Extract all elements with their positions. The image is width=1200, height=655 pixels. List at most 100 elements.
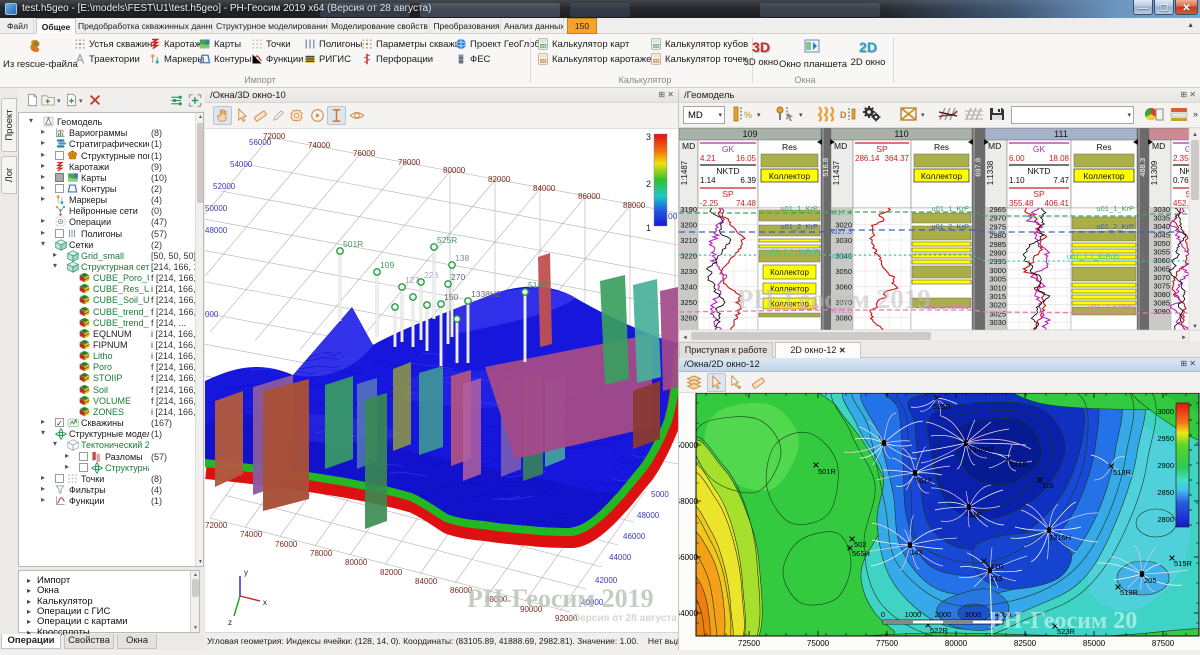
- svg-text:205: 205: [1144, 576, 1157, 585]
- svg-text:80000: 80000: [443, 166, 466, 175]
- svg-text:110: 110: [894, 129, 908, 139]
- svg-text:3015: 3015: [989, 292, 1006, 301]
- svg-text:u01_2_KrP: u01_2_KrP: [780, 222, 818, 231]
- svg-text:3240: 3240: [680, 283, 697, 292]
- svg-text:▼: ▼: [1192, 324, 1198, 330]
- svg-text:MD: MD: [1152, 141, 1165, 151]
- svg-text:80000: 80000: [945, 639, 968, 648]
- svg-text:2850: 2850: [1157, 488, 1174, 497]
- svg-text:56000: 56000: [249, 138, 272, 147]
- svg-text:150: 150: [444, 292, 458, 302]
- svg-text:116: 116: [1042, 481, 1054, 490]
- svg-text:5000: 5000: [651, 490, 669, 499]
- svg-text:-2.25: -2.25: [700, 199, 719, 208]
- svg-text:3010: 3010: [989, 283, 1006, 292]
- svg-text:48000: 48000: [637, 511, 660, 520]
- svg-text:143: 143: [910, 548, 923, 557]
- svg-text:6.39: 6.39: [740, 176, 756, 185]
- svg-text:1: 1: [646, 223, 651, 233]
- svg-text:75000: 75000: [807, 639, 830, 648]
- svg-text:488.3: 488.3: [1138, 158, 1147, 177]
- svg-text:518R: 518R: [1113, 468, 1132, 477]
- svg-text:3000: 3000: [989, 266, 1006, 275]
- svg-text:Res: Res: [1096, 142, 1111, 152]
- svg-text:2975: 2975: [989, 222, 1006, 231]
- svg-text:Res: Res: [934, 142, 949, 152]
- svg-text:u01_1_KrP: u01_1_KrP: [931, 204, 969, 213]
- svg-text:1338H2: 1338H2: [968, 445, 994, 454]
- svg-text:u01_1_KrP: u01_1_KrP: [1096, 204, 1134, 213]
- svg-text:MD: MD: [834, 141, 847, 151]
- svg-text:0: 0: [881, 610, 885, 619]
- svg-text:SP: SP: [876, 144, 888, 154]
- svg-text:138: 138: [455, 253, 469, 263]
- svg-text:Коллектор: Коллектор: [770, 268, 809, 277]
- svg-text:516.8: 516.8: [821, 158, 830, 177]
- svg-text:3027.3: 3027.3: [829, 227, 852, 236]
- svg-text:74.48: 74.48: [736, 199, 757, 208]
- svg-text:7.47: 7.47: [1053, 176, 1069, 185]
- svg-text:2965: 2965: [989, 205, 1006, 214]
- svg-text:00: 00: [668, 211, 678, 221]
- svg-text:3220: 3220: [680, 252, 697, 261]
- svg-text:3: 3: [646, 132, 651, 142]
- svg-text:50000: 50000: [679, 441, 699, 450]
- svg-text:127: 127: [405, 275, 419, 285]
- svg-text:48000: 48000: [679, 497, 699, 506]
- svg-text:3000: 3000: [965, 610, 982, 619]
- svg-text:1:1437: 1:1437: [832, 160, 841, 185]
- svg-text:MD: MD: [988, 141, 1001, 151]
- svg-text:87500: 87500: [1152, 639, 1175, 648]
- svg-text:16.05: 16.05: [736, 154, 757, 163]
- svg-text:2: 2: [646, 179, 651, 189]
- svg-text:2970: 2970: [989, 214, 1006, 223]
- svg-text:270: 270: [451, 272, 465, 282]
- svg-text:364.37: 364.37: [885, 154, 910, 163]
- svg-text:518R: 518R: [528, 280, 548, 290]
- svg-text:2900: 2900: [1157, 461, 1174, 470]
- svg-text:541R: 541R: [1010, 460, 1029, 469]
- svg-text:u01_1.1_KrPd0: u01_1.1_KrPd0: [1067, 252, 1119, 261]
- svg-text:Коллектор: Коллектор: [769, 171, 810, 181]
- svg-text:NKTD: NKTD: [1027, 166, 1050, 176]
- svg-text:80000: 80000: [345, 558, 368, 567]
- svg-text:◄: ◄: [682, 335, 688, 341]
- svg-text:u01_2_KrP: u01_2_KrP: [1096, 222, 1134, 231]
- svg-text:223: 223: [424, 270, 438, 280]
- svg-text:1:1487: 1:1487: [680, 160, 689, 185]
- svg-text:3090: 3090: [1153, 307, 1170, 316]
- svg-text:3005: 3005: [989, 275, 1006, 284]
- svg-text:z: z: [228, 618, 232, 627]
- svg-text:74000: 74000: [240, 530, 263, 539]
- svg-text:3020: 3020: [989, 301, 1006, 310]
- svg-text:1316H: 1316H: [1049, 533, 1071, 542]
- svg-text:2000: 2000: [935, 610, 952, 619]
- svg-text:82500: 82500: [1014, 639, 1037, 648]
- svg-text:2950: 2950: [1157, 434, 1174, 443]
- svg-text:525R: 525R: [933, 402, 952, 411]
- svg-text:3230: 3230: [680, 267, 697, 276]
- svg-text:213: 213: [990, 574, 1003, 583]
- svg-text:000: 000: [205, 310, 219, 319]
- svg-text:3030: 3030: [989, 318, 1006, 327]
- svg-text:84000: 84000: [533, 184, 556, 193]
- svg-text:6.00: 6.00: [1009, 154, 1025, 163]
- svg-text:77500: 77500: [876, 639, 899, 648]
- svg-text:72500: 72500: [738, 639, 761, 648]
- svg-text:u01_1_KrP: u01_1_KrP: [780, 204, 818, 213]
- svg-text:u01_1.1_KrPd0: u01_1.1_KrPd0: [767, 247, 819, 256]
- svg-text:76000: 76000: [353, 149, 376, 158]
- svg-text:406.41: 406.41: [1045, 199, 1070, 208]
- svg-text:76000: 76000: [275, 540, 298, 549]
- svg-text:513R: 513R: [1120, 588, 1139, 597]
- svg-text:85000: 85000: [1083, 639, 1106, 648]
- svg-text:525R: 525R: [437, 235, 457, 245]
- svg-text:78000: 78000: [310, 549, 333, 558]
- svg-text:5012: 5012: [915, 476, 932, 485]
- svg-text:NKTD: NKTD: [716, 166, 739, 176]
- svg-text:44000: 44000: [609, 553, 632, 562]
- svg-text:84000: 84000: [415, 577, 438, 586]
- svg-text:2800: 2800: [1157, 515, 1174, 524]
- svg-text:72000: 72000: [205, 521, 228, 530]
- svg-text:1:1309: 1:1309: [1150, 160, 1159, 185]
